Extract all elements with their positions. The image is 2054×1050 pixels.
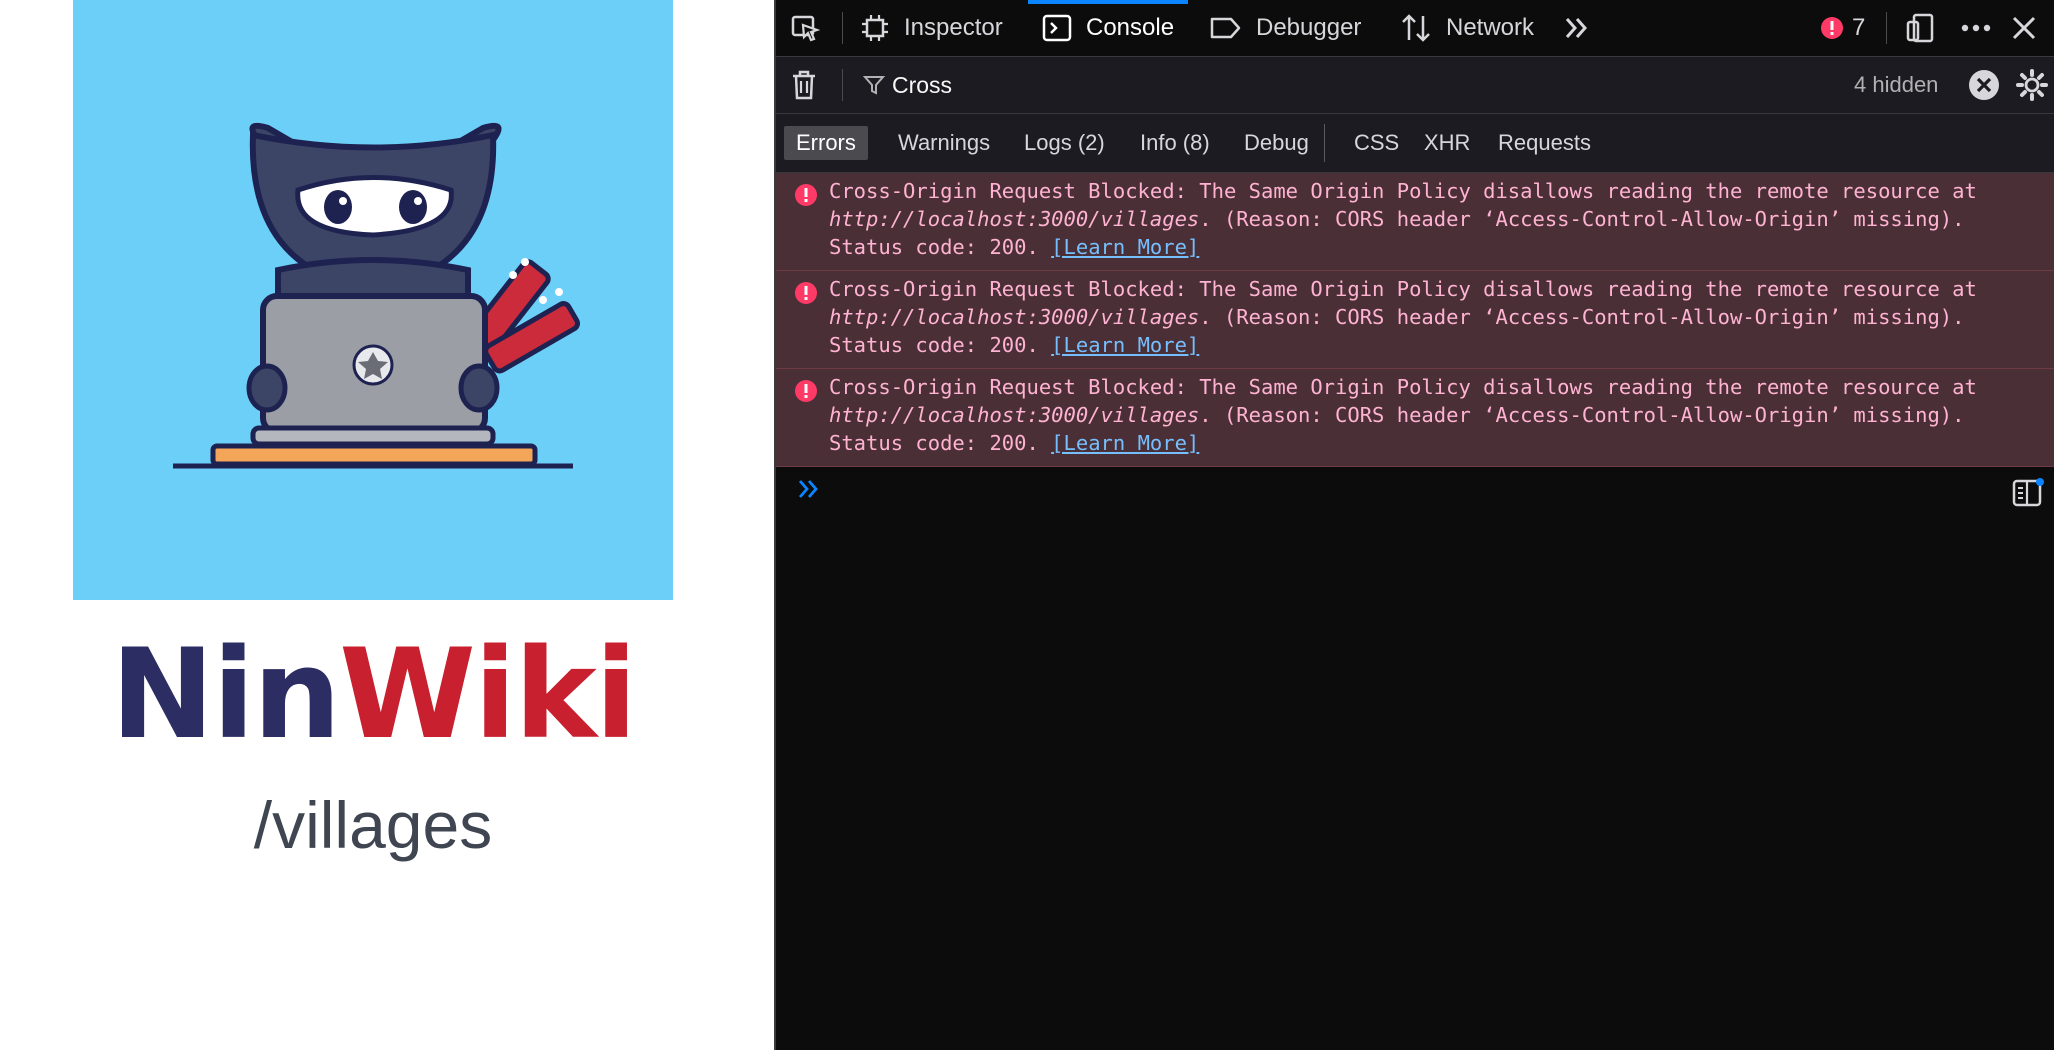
trash-icon xyxy=(790,69,818,101)
web-page: NinWiki /villages xyxy=(0,0,774,1050)
tab-inspector-label: Inspector xyxy=(904,14,1003,41)
devtools-toolbar: Inspector Console Debugger Network 7 xyxy=(776,0,2054,57)
learn-more-link[interactable]: [Learn More] xyxy=(1051,333,1199,357)
error-icon xyxy=(794,281,818,305)
close-devtools-button[interactable] xyxy=(2010,0,2052,56)
error-message-text: Cross-Origin Request Blocked: The Same O… xyxy=(829,375,1977,455)
editor-mode-toggle[interactable] xyxy=(2012,478,2044,513)
clear-circle-icon xyxy=(1968,69,2000,101)
filter-debug-button[interactable]: Debug xyxy=(1232,126,1321,160)
ninja-illustration xyxy=(73,0,673,600)
hidden-messages-count: 4 hidden xyxy=(1854,72,1939,97)
filter-info-button[interactable]: Info (8) xyxy=(1128,126,1222,160)
error-icon xyxy=(1820,16,1844,40)
tab-network-label: Network xyxy=(1446,14,1535,41)
error-url[interactable]: http://localhost:3000/villages xyxy=(829,403,1199,427)
console-error-message: Cross-Origin Request Blocked: The Same O… xyxy=(776,271,2054,369)
filter-xhr-button[interactable]: XHR xyxy=(1412,126,1482,160)
error-message-text: Cross-Origin Request Blocked: The Same O… xyxy=(829,277,1977,357)
filter-logs-button[interactable]: Logs (2) xyxy=(1012,126,1117,160)
tab-debugger-label: Debugger xyxy=(1256,14,1362,41)
error-count-badge[interactable]: 7 xyxy=(1820,0,1865,56)
console-output: Cross-Origin Request Blocked: The Same O… xyxy=(776,173,2054,467)
tab-inspector[interactable]: Inspector xyxy=(860,0,1003,56)
chevron-double-right-icon xyxy=(1562,13,1592,43)
more-horizontal-icon xyxy=(1960,13,1992,43)
error-icon xyxy=(794,183,818,207)
console-icon xyxy=(1042,13,1072,43)
error-message-text: Cross-Origin Request Blocked: The Same O… xyxy=(829,179,1977,259)
error-count: 7 xyxy=(1852,14,1866,41)
prompt-chevron-icon xyxy=(796,475,824,503)
filter-errors-button[interactable]: Errors xyxy=(784,126,868,160)
console-level-filters: Errors Warnings Logs (2) Info (8) Debug … xyxy=(776,114,2054,173)
more-tools-button[interactable] xyxy=(1562,0,1606,56)
learn-more-link[interactable]: [Learn More] xyxy=(1051,235,1199,259)
tab-console-label: Console xyxy=(1086,14,1175,41)
console-filter-bar: Cross 4 hidden xyxy=(776,57,2054,114)
console-error-message: Cross-Origin Request Blocked: The Same O… xyxy=(776,173,2054,271)
dock-side-icon xyxy=(1904,12,1936,44)
route-path: /villages xyxy=(253,788,493,862)
element-picker-button[interactable] xyxy=(790,0,834,56)
close-icon xyxy=(2010,14,2038,42)
filter-requests-button[interactable]: Requests xyxy=(1486,126,1603,160)
menu-button[interactable] xyxy=(1960,0,2006,56)
tab-debugger[interactable]: Debugger xyxy=(1210,0,1361,56)
filter-input[interactable]: Cross xyxy=(892,57,952,113)
clear-filter-button[interactable] xyxy=(1968,57,2014,113)
debugger-icon xyxy=(1210,13,1242,43)
error-url[interactable]: http://localhost:3000/villages xyxy=(829,305,1199,329)
devtools-panel: Inspector Console Debugger Network 7 Cro… xyxy=(774,0,2054,1050)
tab-console[interactable]: Console xyxy=(1027,0,1189,56)
filter-css-button[interactable]: CSS xyxy=(1342,126,1411,160)
console-settings-button[interactable] xyxy=(2016,57,2054,113)
error-url[interactable]: http://localhost:3000/villages xyxy=(829,207,1199,231)
split-console-icon xyxy=(2012,478,2044,508)
error-icon xyxy=(794,379,818,403)
element-picker-icon xyxy=(790,13,820,43)
filter-warnings-button[interactable]: Warnings xyxy=(886,126,1002,160)
inspector-icon xyxy=(860,13,890,43)
console-error-message: Cross-Origin Request Blocked: The Same O… xyxy=(776,369,2054,467)
learn-more-link[interactable]: [Learn More] xyxy=(1051,431,1199,455)
logo-part-nin: Nin xyxy=(110,623,342,767)
logo-part-wiki: Wiki xyxy=(339,623,637,767)
site-logo-text: NinWiki xyxy=(0,620,746,770)
clear-console-button[interactable] xyxy=(790,57,832,113)
console-input-prompt[interactable] xyxy=(796,475,824,508)
tab-network[interactable]: Network xyxy=(1400,0,1534,56)
gear-icon xyxy=(2016,69,2048,101)
dock-button[interactable] xyxy=(1904,0,1950,56)
filter-icon xyxy=(862,73,886,97)
network-icon xyxy=(1400,13,1432,43)
